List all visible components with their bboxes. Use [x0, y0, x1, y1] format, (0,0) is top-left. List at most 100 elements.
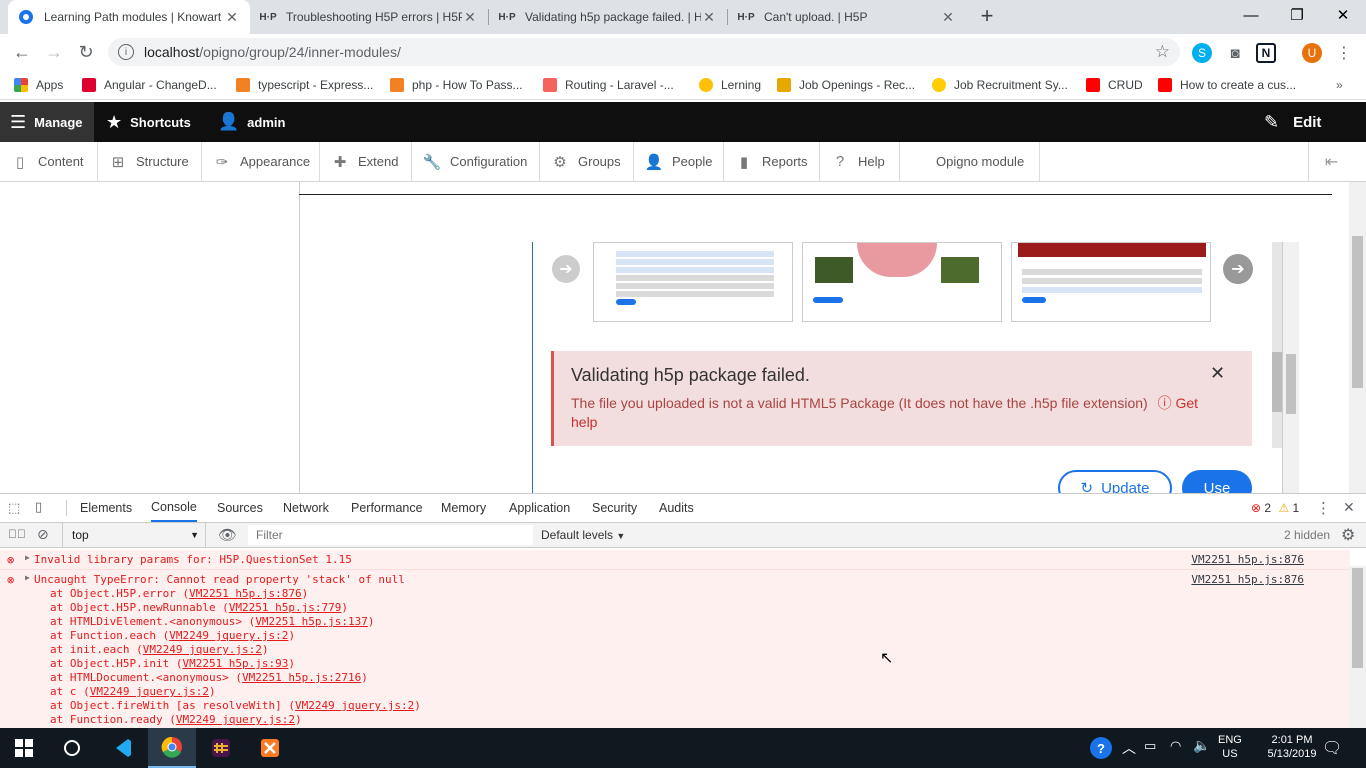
- tray-item-configuration[interactable]: 🔧 Configuration: [412, 142, 540, 181]
- menu-icon[interactable]: ⋮: [1334, 43, 1354, 63]
- console-settings-icon[interactable]: ⚙: [1341, 525, 1355, 545]
- profile-avatar[interactable]: U: [1302, 43, 1322, 63]
- star-icon[interactable]: ☆: [1155, 42, 1170, 62]
- manage-button[interactable]: ☰ Manage: [0, 102, 94, 142]
- devtools-close-icon[interactable]: ✕: [1343, 499, 1355, 516]
- stack-frame-link[interactable]: VM2251 h5p.js:779: [229, 601, 342, 614]
- tab-validating[interactable]: H·P Validating h5p package failed. | H ✕: [489, 0, 727, 34]
- carousel-prev-button[interactable]: ➔: [552, 255, 580, 283]
- tab-performance[interactable]: Performance: [351, 494, 423, 522]
- console-source-link[interactable]: VM2251 h5p.js:876: [1191, 553, 1304, 566]
- bookmark-laravel[interactable]: Routing - Laravel -...: [543, 76, 674, 94]
- more-bookmarks-icon[interactable]: »: [1336, 76, 1343, 94]
- close-icon[interactable]: ✕: [462, 9, 478, 26]
- tray-item-people[interactable]: 👤 People: [634, 142, 724, 181]
- tab-elements[interactable]: Elements: [80, 494, 132, 522]
- carousel-next-button[interactable]: ➔: [1223, 254, 1253, 284]
- restore-button[interactable]: ❐: [1274, 0, 1320, 30]
- cortana-icon[interactable]: [48, 728, 96, 768]
- page-scrollbar[interactable]: [1349, 182, 1366, 493]
- shortcuts-button[interactable]: ★ Shortcuts: [106, 102, 191, 142]
- chrome-taskbar-icon[interactable]: [148, 728, 196, 768]
- preview-card-berries[interactable]: [802, 242, 1002, 322]
- windows-start-icon[interactable]: [0, 728, 48, 768]
- use-button[interactable]: Use: [1182, 470, 1252, 493]
- stack-frame-link[interactable]: VM2249 jquery.js:2: [143, 643, 262, 656]
- tray-item-reports[interactable]: ▮ Reports: [724, 142, 820, 181]
- tab-troubleshooting[interactable]: H·P Troubleshooting H5P errors | H5P ✕: [250, 0, 488, 34]
- info-icon[interactable]: i: [118, 44, 134, 60]
- devtools-menu-icon[interactable]: ⋮: [1316, 499, 1331, 517]
- tray-item-extend[interactable]: ✚ Extend: [320, 142, 412, 181]
- bookmark-php[interactable]: php - How To Pass...: [390, 76, 523, 94]
- stack-frame-link[interactable]: VM2249 jquery.js:2: [90, 685, 209, 698]
- close-icon[interactable]: ✕: [224, 9, 240, 26]
- new-tab-button[interactable]: +: [976, 5, 998, 27]
- console-scrollbar[interactable]: [1349, 566, 1366, 729]
- stack-frame-link[interactable]: VM2249 jquery.js:2: [176, 713, 295, 726]
- chevron-up-icon[interactable]: ︿: [1122, 738, 1136, 758]
- clock[interactable]: 2:01 PM 5/13/2019: [1262, 733, 1322, 761]
- bookmark-crud[interactable]: CRUD: [1086, 76, 1143, 94]
- notifications-icon[interactable]: 🗨: [1322, 738, 1342, 758]
- bookmark-apps[interactable]: Apps: [14, 76, 63, 94]
- tab-console[interactable]: Console: [151, 494, 197, 522]
- battery-icon[interactable]: ▭: [1144, 738, 1156, 754]
- minimize-button[interactable]: —: [1228, 0, 1274, 30]
- preview-card-quiz[interactable]: [593, 242, 793, 322]
- bookmark-typescript[interactable]: typescript - Express...: [236, 76, 373, 94]
- tray-item-help[interactable]: ? Help: [820, 142, 900, 181]
- camera-icon[interactable]: ◙: [1225, 43, 1245, 63]
- inspect-icon[interactable]: ⬚: [8, 500, 24, 516]
- reload-button[interactable]: ↻: [74, 40, 98, 64]
- error-count-badge[interactable]: ⊗ 2 ⚠ 1: [1251, 501, 1299, 515]
- device-toolbar-icon[interactable]: ▯: [35, 499, 51, 515]
- tab-sources[interactable]: Sources: [217, 494, 263, 522]
- close-icon[interactable]: ✕: [701, 9, 717, 26]
- sidebar-toggle-icon[interactable]: ▶⃞: [8, 527, 26, 541]
- tray-item-structure[interactable]: ⊞ Structure: [98, 142, 202, 181]
- log-levels-select[interactable]: Default levels ▼: [541, 528, 625, 542]
- tab-application[interactable]: Application: [509, 494, 570, 522]
- modal-scrollbar[interactable]: [1272, 242, 1282, 448]
- expand-arrow-icon[interactable]: ▶: [25, 553, 30, 562]
- stack-frame-link[interactable]: VM2249 jquery.js:2: [169, 629, 288, 642]
- volume-icon[interactable]: 🔈: [1193, 737, 1210, 754]
- window-close-button[interactable]: ✕: [1320, 0, 1366, 30]
- edit-button[interactable]: ✎ Edit: [1264, 102, 1321, 142]
- expand-arrow-icon[interactable]: ▶: [25, 573, 30, 582]
- preview-card-cranberries[interactable]: [1011, 242, 1211, 322]
- stack-frame-link[interactable]: VM2251 h5p.js:876: [189, 587, 302, 600]
- tray-item-opigno[interactable]: Opigno module: [900, 142, 1040, 181]
- tab-learning-path[interactable]: Learning Path modules | Knowart ✕: [8, 0, 250, 34]
- skype-icon[interactable]: S: [1192, 43, 1212, 63]
- tab-cant-upload[interactable]: H·P Can't upload. | H5P ✕: [728, 0, 966, 34]
- stack-frame-link[interactable]: VM2249 jquery.js:2: [295, 699, 414, 712]
- update-button[interactable]: ↻ Update: [1058, 470, 1172, 493]
- wifi-icon[interactable]: ◠: [1170, 738, 1181, 754]
- user-button[interactable]: 👤 admin: [218, 102, 285, 142]
- vscode-icon[interactable]: [99, 728, 147, 768]
- tab-network[interactable]: Network: [283, 494, 329, 522]
- forward-button[interactable]: →: [42, 40, 66, 64]
- stack-frame-link[interactable]: VM2251 h5p.js:137: [255, 615, 368, 628]
- alert-close-icon[interactable]: ✕: [1210, 363, 1225, 384]
- notion-icon[interactable]: N: [1256, 43, 1276, 63]
- tab-memory[interactable]: Memory: [441, 494, 486, 522]
- bookmark-job-recruitment[interactable]: Job Recruitment Sy...: [932, 76, 1068, 94]
- inner-scrollbar[interactable]: [1283, 242, 1299, 493]
- collapse-tray-icon[interactable]: ⇤: [1308, 142, 1354, 181]
- bookmark-job-openings[interactable]: Job Openings - Rec...: [777, 76, 915, 94]
- bookmark-angular[interactable]: Angular - ChangeD...: [82, 76, 217, 94]
- console-error-line[interactable]: ⊗ ▶ Invalid library params for: H5P.Ques…: [0, 550, 1350, 570]
- slack-icon[interactable]: [197, 728, 245, 768]
- console-filter-input[interactable]: [248, 525, 533, 545]
- tray-item-groups[interactable]: ⚙ Groups: [540, 142, 634, 181]
- address-bar[interactable]: i localhost/opigno/group/24/inner-module…: [108, 38, 1180, 66]
- stack-frame-link[interactable]: VM2251 h5p.js:2716: [242, 671, 361, 684]
- bookmark-lerning[interactable]: Lerning: [699, 76, 761, 94]
- clear-console-icon[interactable]: ⊘: [37, 526, 49, 543]
- tray-item-appearance[interactable]: ✑ Appearance: [202, 142, 320, 181]
- tray-item-content[interactable]: ▯ Content: [0, 142, 98, 181]
- console-source-link[interactable]: VM2251 h5p.js:876: [1191, 573, 1304, 586]
